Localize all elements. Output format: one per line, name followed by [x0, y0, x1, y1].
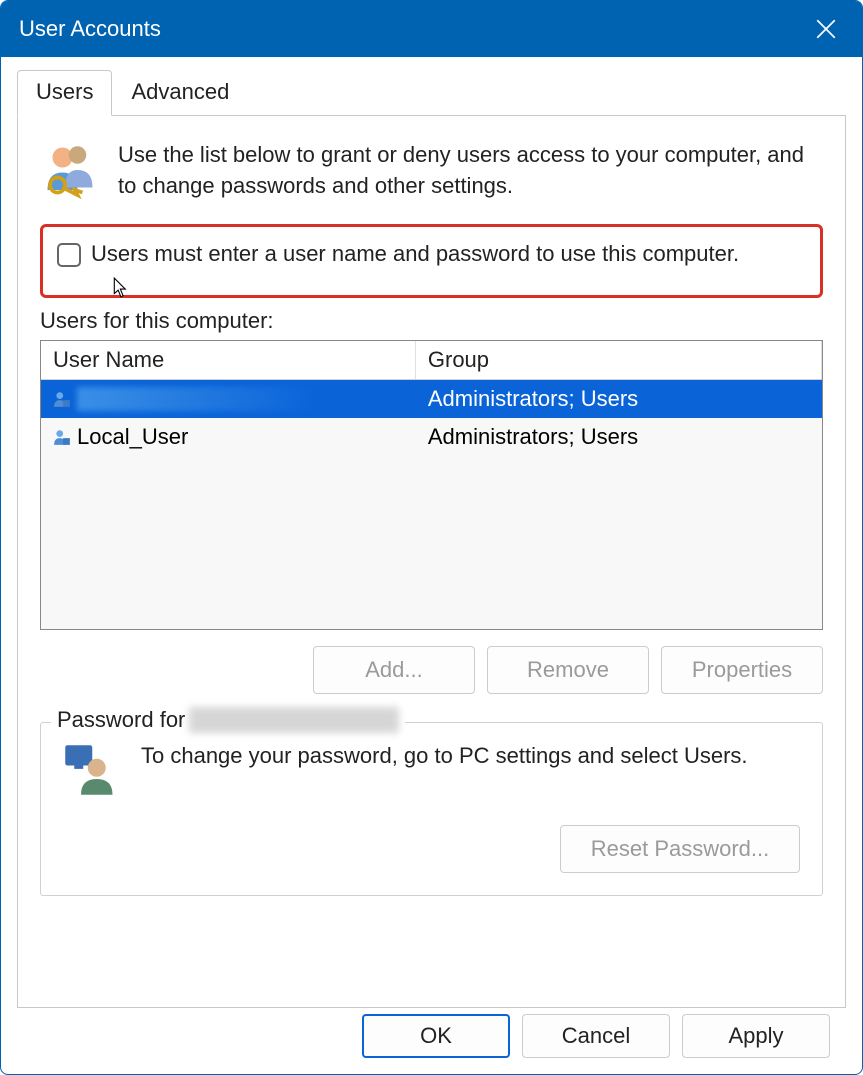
ok-button[interactable]: OK [362, 1014, 510, 1058]
apply-button[interactable]: Apply [682, 1014, 830, 1058]
tab-advanced[interactable]: Advanced [112, 70, 248, 116]
require-password-highlight: Users must enter a user name and passwor… [40, 224, 823, 298]
user-accounts-window: User Accounts Users Advanced [0, 0, 863, 1075]
user-row[interactable]: Local_User Administrators; Users [41, 418, 822, 456]
password-groupbox: Password for To change your password, go… [40, 722, 823, 896]
listview-header: User Name Group [41, 341, 822, 380]
tab-panel-users: Use the list below to grant or deny user… [17, 116, 846, 1008]
cursor-icon [113, 277, 131, 299]
require-password-label: Users must enter a user name and passwor… [91, 241, 739, 267]
remove-button[interactable]: Remove [487, 646, 649, 694]
password-group-title: Password for [51, 707, 405, 733]
properties-button[interactable]: Properties [661, 646, 823, 694]
client-area: Users Advanced Use the list [1, 57, 862, 1074]
user-group-cell: Administrators; Users [416, 383, 822, 415]
close-icon [816, 19, 836, 39]
tab-advanced-label: Advanced [131, 79, 229, 104]
user-name-redacted [77, 387, 317, 411]
tabstrip: Users Advanced [17, 69, 846, 116]
tab-users-label: Users [36, 79, 93, 104]
titlebar: User Accounts [1, 1, 862, 57]
user-name-cell: Local_User [77, 424, 188, 450]
user-icon [53, 390, 71, 408]
password-title-prefix: Password for [57, 707, 185, 733]
user-monitor-icon [63, 743, 117, 797]
users-keys-icon [40, 140, 100, 200]
password-title-username-redacted [189, 707, 399, 733]
column-header-username[interactable]: User Name [41, 341, 416, 379]
users-list-label: Users for this computer: [40, 308, 823, 334]
intro-row: Use the list below to grant or deny user… [40, 140, 823, 202]
user-row[interactable]: Administrators; Users [41, 380, 822, 418]
user-icon [53, 428, 71, 446]
column-header-group[interactable]: Group [416, 341, 822, 379]
users-listview[interactable]: User Name Group Administrators; Users Lo… [40, 340, 823, 630]
tab-users[interactable]: Users [17, 70, 112, 116]
cancel-button[interactable]: Cancel [522, 1014, 670, 1058]
dialog-button-row: OK Cancel Apply [17, 1008, 846, 1058]
user-group-cell: Administrators; Users [416, 421, 822, 453]
close-button[interactable] [802, 1, 850, 57]
window-title: User Accounts [19, 16, 802, 42]
intro-text: Use the list below to grant or deny user… [118, 140, 823, 202]
add-button[interactable]: Add... [313, 646, 475, 694]
reset-password-button[interactable]: Reset Password... [560, 825, 800, 873]
password-instruction-text: To change your password, go to PC settin… [141, 743, 800, 769]
require-password-checkbox[interactable] [57, 243, 81, 267]
user-action-buttons: Add... Remove Properties [40, 646, 823, 694]
